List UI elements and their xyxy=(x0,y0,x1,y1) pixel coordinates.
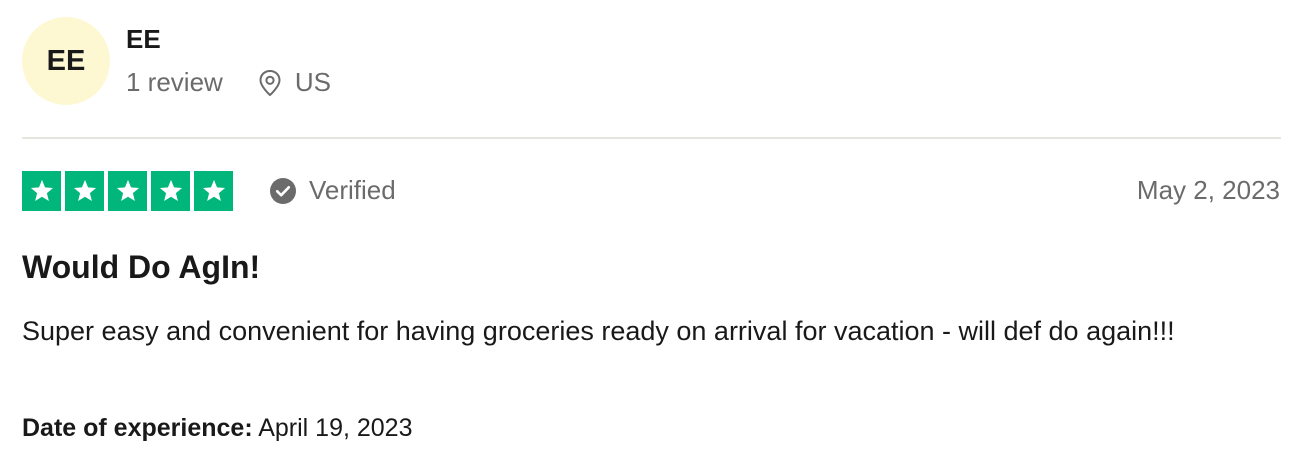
star-icon xyxy=(194,171,233,211)
review-date: May 2, 2023 xyxy=(1136,175,1280,205)
location-label: US xyxy=(294,67,331,97)
star-icon xyxy=(22,171,61,211)
check-circle-icon xyxy=(270,177,296,204)
review-count: 1 review xyxy=(126,67,223,97)
star-icon xyxy=(108,171,147,211)
review-card: EE EE 1 review US Verified May 2, 2023 W… xyxy=(0,0,1300,464)
date-of-experience: Date of experience: April 19, 2023 xyxy=(22,414,413,443)
verified-label: Verified xyxy=(309,175,396,205)
consumer-location: US xyxy=(257,67,331,98)
experience-label: Date of experience: xyxy=(22,414,253,442)
verified-badge[interactable]: Verified xyxy=(269,175,396,206)
divider xyxy=(22,137,1281,139)
review-title[interactable]: Would Do AgIn! xyxy=(22,249,260,286)
map-pin-icon xyxy=(259,69,281,96)
consumer-meta: 1 review US xyxy=(126,67,331,98)
star-rating xyxy=(22,171,233,211)
avatar-initials: EE xyxy=(46,44,86,77)
star-icon xyxy=(151,171,190,211)
review-body: Super easy and convenient for having gro… xyxy=(22,316,1175,346)
experience-date: April 19, 2023 xyxy=(258,414,413,442)
star-icon xyxy=(65,171,104,211)
consumer-name[interactable]: EE xyxy=(126,24,161,55)
avatar[interactable]: EE xyxy=(22,17,110,105)
